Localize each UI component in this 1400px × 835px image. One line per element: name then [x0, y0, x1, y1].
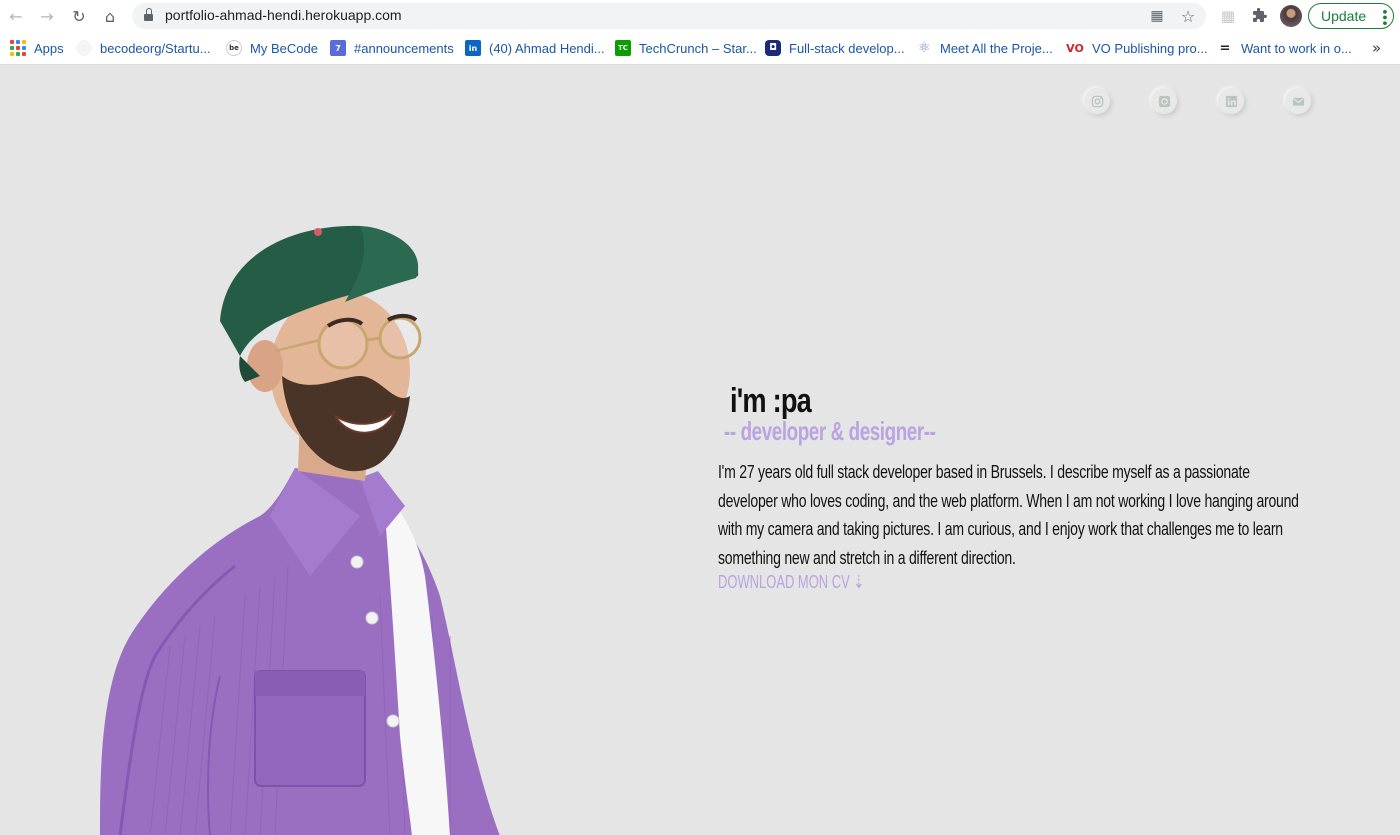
bookmark-label: becodeorg/Startu... [100, 40, 211, 56]
mail-icon[interactable] [1285, 88, 1311, 114]
bookmark-label: Want to work in o... [1241, 40, 1352, 56]
bookmark-label: Full-stack develop... [789, 40, 905, 56]
bookmark-label: (40) Ahmad Hendi... [489, 40, 605, 56]
bookmark-techcrunch[interactable]: TC TechCrunch – Star... [615, 39, 757, 57]
bookmarks-more-chevron-icon[interactable]: » [1372, 39, 1381, 57]
update-button[interactable]: Update ••• [1308, 3, 1394, 29]
kebab-menu-icon[interactable]: ••• [1376, 8, 1391, 25]
portrait-photo [100, 225, 500, 835]
star-icon[interactable]: ☆ [1179, 7, 1197, 26]
site-icon: ◘ [765, 40, 781, 56]
reload-icon[interactable]: ↻ [67, 4, 91, 28]
lock-icon[interactable] [144, 8, 153, 22]
vo-icon: VO [1066, 41, 1084, 55]
bookmark-vo-publishing[interactable]: VO VO Publishing pro... [1066, 39, 1208, 57]
bookmark-want-to-work[interactable]: = Want to work in o... [1217, 39, 1352, 57]
bookmarks-bar: Apps becodeorg/Startu... be My BeCode 7 … [0, 32, 1400, 65]
puzzle-icon[interactable] [1249, 6, 1269, 26]
bookmark-linkedin[interactable]: in (40) Ahmad Hendi... [465, 39, 605, 57]
address-bar[interactable]: portfolio-ahmad-hendi.herokuapp.com ▦ ☆ [132, 3, 1206, 29]
extension-grid-icon[interactable]: ▦ [1218, 6, 1238, 26]
hero-description: I'm 27 years old full stack developer ba… [718, 462, 1299, 568]
arrow-left-icon[interactable]: ← [4, 4, 28, 28]
bookmark-label: #announcements [354, 40, 454, 56]
bookmark-my-becode[interactable]: be My BeCode [226, 39, 318, 57]
linkedin-icon: in [465, 40, 481, 56]
profile-avatar[interactable] [1280, 5, 1302, 27]
bookmark-label: My BeCode [250, 40, 318, 56]
bookmark-meet-projects[interactable]: ⚛ Meet All the Proje... [916, 39, 1053, 57]
url-text[interactable]: portfolio-ahmad-hendi.herokuapp.com [165, 7, 402, 23]
apps-grid-icon [10, 40, 26, 56]
browser-toolbar: ← → ↻ ⌂ portfolio-ahmad-hendi.herokuapp.… [0, 0, 1400, 32]
bookmark-label: Apps [34, 40, 64, 56]
arrow-right-icon[interactable]: → [35, 4, 59, 28]
bookmark-fullstack[interactable]: ◘ Full-stack develop... [765, 39, 905, 57]
bookmark-label: TechCrunch – Star... [639, 40, 757, 56]
update-label: Update [1321, 8, 1367, 24]
list-icon: = [1219, 40, 1231, 56]
bookmark-apps[interactable]: Apps [10, 39, 64, 57]
github-icon[interactable] [1151, 88, 1177, 114]
download-cv-link[interactable]: DOWNLOAD MON CV ⇣ [718, 572, 864, 593]
hero-subtitle: -- developer & designer-- [724, 416, 936, 446]
portfolio-page: i'm :pa -- developer & designer-- I'm 27… [0, 66, 1400, 835]
slack-icon: 7 [330, 40, 346, 56]
bookmark-label: VO Publishing pro... [1092, 40, 1208, 56]
home-icon[interactable]: ⌂ [98, 4, 122, 28]
github-icon [76, 40, 92, 56]
linkedin-icon[interactable] [1218, 88, 1244, 114]
bookmark-label: Meet All the Proje... [940, 40, 1053, 56]
bookmark-announcements[interactable]: 7 #announcements [330, 39, 454, 57]
techcrunch-icon: TC [615, 40, 631, 56]
qr-code-icon[interactable]: ▦ [1148, 7, 1166, 25]
becode-icon: be [226, 40, 242, 56]
bookmark-becodeorg[interactable]: becodeorg/Startu... [76, 39, 211, 57]
instagram-icon[interactable] [1084, 88, 1110, 114]
react-icon: ⚛ [917, 40, 931, 56]
